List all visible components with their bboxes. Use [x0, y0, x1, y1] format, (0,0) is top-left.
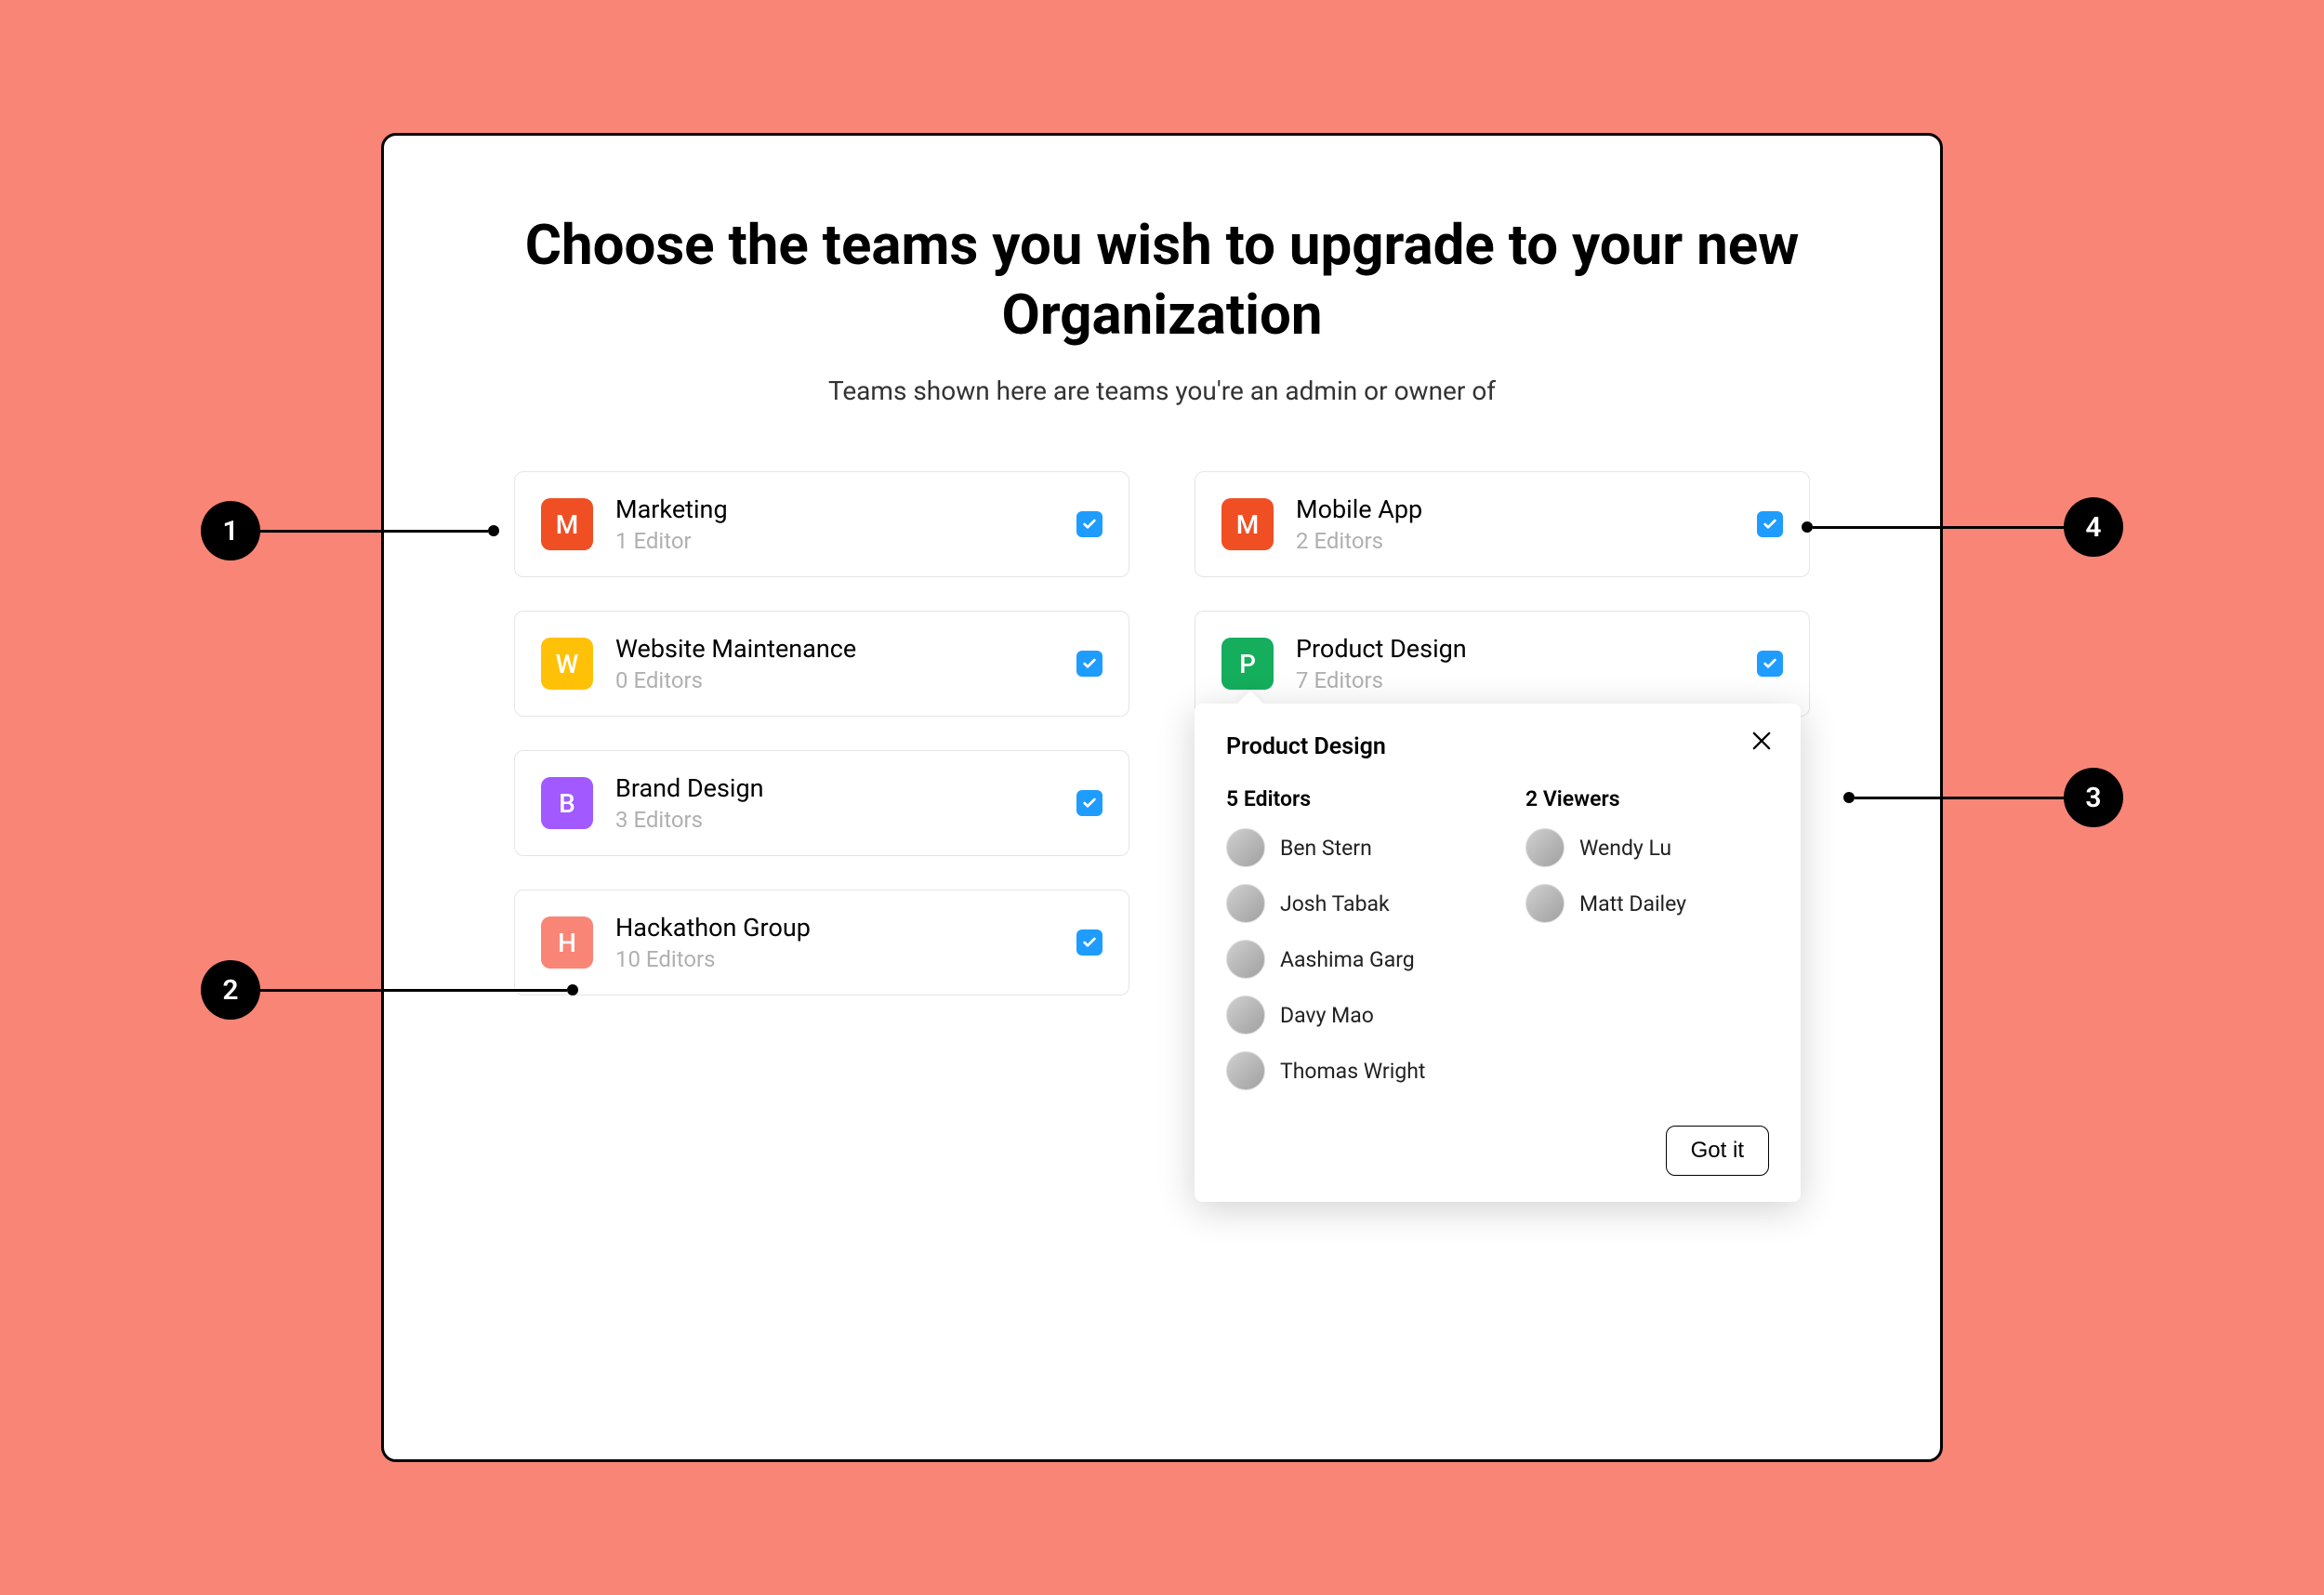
team-subtitle: 10 Editors	[615, 946, 1054, 972]
popover-confirm-button[interactable]: Got it	[1666, 1126, 1769, 1176]
member-avatar	[1226, 940, 1265, 979]
team-checkbox[interactable]	[1757, 511, 1783, 537]
member-row: Aashima Garg	[1226, 940, 1470, 979]
team-checkbox[interactable]	[1076, 929, 1103, 956]
callout-line	[1855, 797, 2064, 799]
callout-dot	[488, 525, 499, 536]
team-avatar: B	[541, 777, 593, 829]
member-row: Wendy Lu	[1525, 828, 1769, 867]
member-name: Josh Tabak	[1280, 891, 1390, 916]
team-checkbox[interactable]	[1757, 651, 1783, 677]
check-icon	[1082, 656, 1097, 671]
team-avatar: W	[541, 638, 593, 690]
teams-grid: M Marketing 1 Editor M Mobile App 2 Edit…	[514, 471, 1810, 995]
callout-line	[1813, 526, 2064, 529]
team-subtitle: 7 Editors	[1296, 667, 1735, 693]
team-card-website-maintenance[interactable]: W Website Maintenance 0 Editors	[514, 611, 1129, 717]
callout-4: 4	[1802, 497, 2123, 557]
team-card-hackathon-group[interactable]: H Hackathon Group 10 Editors	[514, 890, 1129, 995]
team-avatar: M	[1221, 498, 1274, 550]
callout-line	[260, 989, 567, 992]
callout-badge: 4	[2064, 497, 2123, 557]
callout-2: 2	[201, 960, 578, 1020]
team-avatar: M	[541, 498, 593, 550]
popover-columns: 5 Editors Ben Stern Josh Tabak Aashima G…	[1226, 786, 1769, 1107]
member-row: Ben Stern	[1226, 828, 1470, 867]
member-row: Davy Mao	[1226, 995, 1470, 1035]
member-name: Wendy Lu	[1579, 836, 1671, 861]
member-name: Davy Mao	[1280, 1003, 1374, 1028]
member-row: Thomas Wright	[1226, 1051, 1470, 1090]
team-subtitle: 2 Editors	[1296, 528, 1735, 554]
member-row: Matt Dailey	[1525, 884, 1769, 923]
team-name: Brand Design	[615, 773, 1054, 803]
team-avatar: P	[1221, 638, 1274, 690]
team-text: Website Maintenance 0 Editors	[615, 634, 1054, 693]
callout-1: 1	[201, 501, 499, 560]
team-name: Website Maintenance	[615, 634, 1054, 664]
team-checkbox[interactable]	[1076, 790, 1103, 816]
check-icon	[1763, 656, 1777, 671]
callout-badge: 1	[201, 501, 260, 560]
popover-footer: Got it	[1226, 1126, 1769, 1176]
popover: Product Design 5 Editors Ben Stern Josh …	[1195, 704, 1801, 1202]
callout-badge: 3	[2064, 768, 2123, 827]
member-avatar	[1226, 1051, 1265, 1090]
team-members-popover: Product Design 5 Editors Ben Stern Josh …	[1195, 704, 1801, 1202]
team-card-mobile-app[interactable]: M Mobile App 2 Editors	[1195, 471, 1810, 577]
check-icon	[1082, 517, 1097, 532]
team-text: Hackathon Group 10 Editors	[615, 913, 1054, 972]
check-icon	[1082, 935, 1097, 950]
upgrade-teams-dialog: Choose the teams you wish to upgrade to …	[381, 133, 1943, 1462]
callout-3: 3	[1843, 768, 2123, 827]
team-text: Mobile App 2 Editors	[1296, 494, 1735, 554]
team-name: Product Design	[1296, 634, 1735, 664]
team-subtitle: 1 Editor	[615, 528, 1054, 554]
team-card-marketing[interactable]: M Marketing 1 Editor	[514, 471, 1129, 577]
popover-editors-column: 5 Editors Ben Stern Josh Tabak Aashima G…	[1226, 786, 1470, 1107]
team-name: Mobile App	[1296, 494, 1735, 524]
team-card-brand-design[interactable]: B Brand Design 3 Editors	[514, 750, 1129, 856]
team-text: Marketing 1 Editor	[615, 494, 1054, 554]
popover-viewers-column: 2 Viewers Wendy Lu Matt Dailey	[1525, 786, 1769, 1107]
member-avatar	[1525, 884, 1565, 923]
check-icon	[1082, 796, 1097, 811]
member-name: Ben Stern	[1280, 836, 1372, 861]
callout-dot	[1802, 521, 1813, 533]
member-avatar	[1226, 995, 1265, 1035]
member-avatar	[1226, 884, 1265, 923]
team-checkbox[interactable]	[1076, 651, 1103, 677]
member-row: Josh Tabak	[1226, 884, 1470, 923]
callout-line	[260, 530, 488, 533]
dialog-subheading: Teams shown here are teams you're an adm…	[514, 376, 1810, 406]
member-name: Thomas Wright	[1280, 1059, 1425, 1084]
team-name: Marketing	[615, 494, 1054, 524]
team-name: Hackathon Group	[615, 913, 1054, 942]
member-name: Matt Dailey	[1579, 891, 1686, 916]
member-avatar	[1525, 828, 1565, 867]
popover-close-button[interactable]	[1749, 728, 1775, 754]
team-subtitle: 0 Editors	[615, 667, 1054, 693]
team-subtitle: 3 Editors	[615, 807, 1054, 833]
popover-title: Product Design	[1226, 733, 1769, 760]
team-card-product-design[interactable]: P Product Design 7 Editors	[1195, 611, 1810, 717]
viewers-heading: 2 Viewers	[1525, 786, 1769, 811]
callout-dot	[567, 984, 578, 995]
team-checkbox[interactable]	[1076, 511, 1103, 537]
member-name: Aashima Garg	[1280, 947, 1415, 972]
dialog-heading: Choose the teams you wish to upgrade to …	[514, 210, 1810, 349]
editors-heading: 5 Editors	[1226, 786, 1470, 811]
close-icon	[1749, 728, 1775, 754]
check-icon	[1763, 517, 1777, 532]
member-avatar	[1226, 828, 1265, 867]
team-text: Product Design 7 Editors	[1296, 634, 1735, 693]
callout-dot	[1843, 792, 1855, 803]
callout-badge: 2	[201, 960, 260, 1020]
team-text: Brand Design 3 Editors	[615, 773, 1054, 833]
